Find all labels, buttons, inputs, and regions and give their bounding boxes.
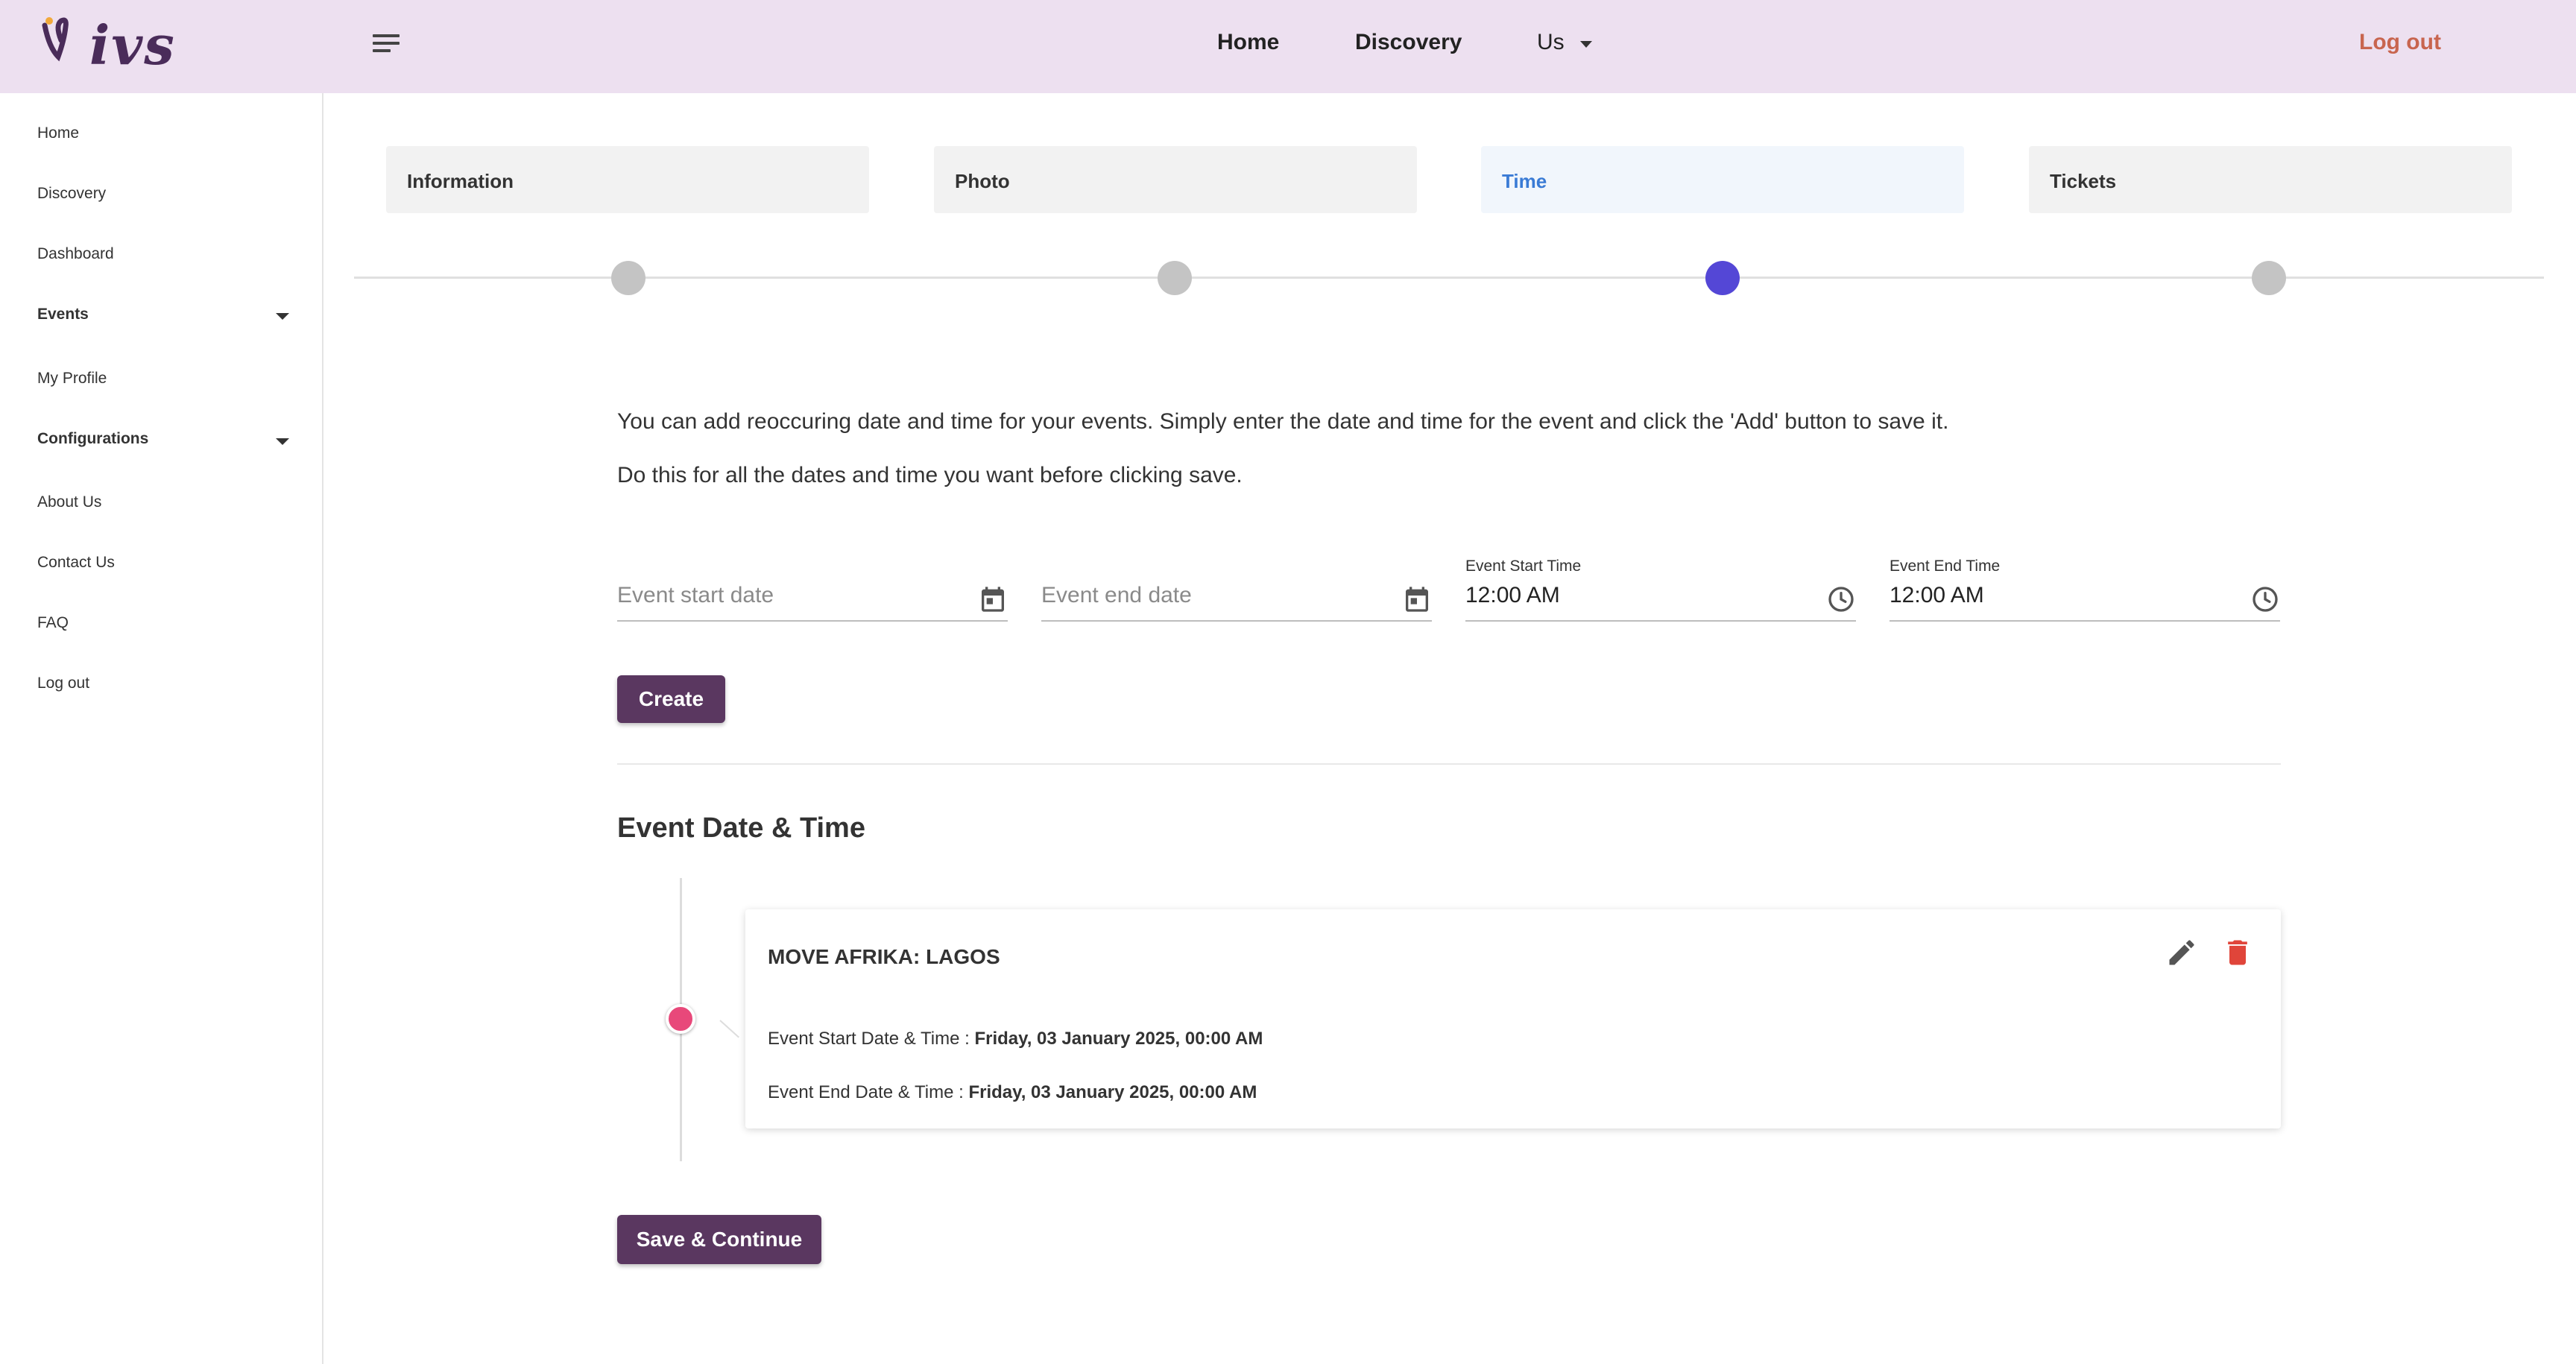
event-start-date-field[interactable] [617, 552, 1008, 622]
topnav-home-link[interactable]: Home [1217, 30, 1279, 55]
event-start-prefix: Event Start Date & Time : [768, 1029, 975, 1049]
sidebar-item-logout[interactable]: Log out [37, 675, 89, 692]
event-date-time-heading: Event Date & Time [617, 812, 865, 844]
event-date-card: MOVE AFRIKA: LAGOS Event Start Date & Ti… [745, 909, 2281, 1128]
event-end-time-input[interactable] [1890, 583, 2217, 608]
step-indicator-information[interactable] [611, 261, 645, 295]
event-end-date-field[interactable] [1041, 552, 1432, 622]
sidebar: Home Discovery Dashboard Events My Profi… [0, 93, 323, 1364]
sidebar-item-configurations[interactable]: Configurations [37, 430, 148, 448]
event-start-date-input[interactable] [617, 583, 945, 608]
chevron-down-icon[interactable] [276, 438, 289, 445]
hamburger-menu-icon[interactable] [373, 34, 400, 55]
calendar-icon[interactable] [978, 584, 1008, 614]
step-indicator-photo[interactable] [1158, 261, 1192, 295]
top-bar: ivs Home Discovery Us Log out [0, 0, 2576, 93]
topnav-us-label: Us [1537, 30, 1565, 54]
delete-trash-icon[interactable] [2221, 936, 2254, 969]
chevron-down-icon[interactable] [276, 313, 289, 320]
save-continue-button[interactable]: Save & Continue [617, 1215, 821, 1264]
topnav-logout-link[interactable]: Log out [2359, 30, 2441, 55]
event-start-datetime: Event Start Date & Time : Friday, 03 Jan… [768, 1029, 1263, 1049]
event-start-time-input[interactable] [1465, 583, 1793, 608]
stepper-track [354, 277, 2544, 279]
event-card-title: MOVE AFRIKA: LAGOS [768, 945, 1000, 968]
intro-text-line1: You can add reoccuring date and time for… [617, 409, 1949, 434]
topnav-discovery-link[interactable]: Discovery [1355, 30, 1462, 55]
clock-icon[interactable] [2250, 584, 2280, 614]
step-indicator-time[interactable] [1705, 261, 1740, 295]
sidebar-item-discovery[interactable]: Discovery [37, 185, 106, 203]
step-tab-tickets[interactable]: Tickets [2029, 146, 2512, 213]
sidebar-item-events[interactable]: Events [37, 306, 89, 323]
step-tab-photo[interactable]: Photo [934, 146, 1417, 213]
sidebar-item-my-profile[interactable]: My Profile [37, 370, 107, 388]
step-tab-time[interactable]: Time [1481, 146, 1964, 213]
topnav-us-dropdown[interactable]: Us [1537, 30, 1592, 55]
chevron-down-icon [1580, 41, 1592, 48]
event-end-date-input[interactable] [1041, 583, 1369, 608]
event-end-datetime: Event End Date & Time : Friday, 03 Janua… [768, 1082, 1257, 1103]
event-end-time-label: Event End Time [1890, 558, 2001, 575]
event-end-prefix: Event End Date & Time : [768, 1082, 969, 1102]
event-end-value: Friday, 03 January 2025, 00:00 AM [968, 1082, 1257, 1102]
intro-text-line2: Do this for all the dates and time you w… [617, 463, 1243, 487]
event-end-time-field[interactable]: Event End Time [1890, 552, 2280, 622]
timeline-dot [666, 1004, 695, 1034]
logo-text: ivs [89, 13, 176, 77]
sidebar-item-about-us[interactable]: About Us [37, 493, 101, 511]
timeline-connector [719, 1020, 739, 1038]
event-start-time-label: Event Start Time [1465, 558, 1582, 575]
sidebar-item-faq[interactable]: FAQ [37, 614, 69, 632]
sidebar-item-home[interactable]: Home [37, 124, 79, 142]
sidebar-item-contact-us[interactable]: Contact Us [37, 554, 115, 572]
create-button[interactable]: Create [617, 675, 725, 723]
section-divider [617, 763, 2281, 765]
edit-pencil-icon[interactable] [2165, 936, 2198, 969]
clock-icon[interactable] [1826, 584, 1856, 614]
calendar-icon[interactable] [1402, 584, 1432, 614]
event-start-time-field[interactable]: Event Start Time [1465, 552, 1856, 622]
sidebar-item-dashboard[interactable]: Dashboard [37, 245, 114, 263]
step-tab-information[interactable]: Information [386, 146, 869, 213]
step-indicator-tickets[interactable] [2252, 261, 2286, 295]
event-start-value: Friday, 03 January 2025, 00:00 AM [974, 1029, 1263, 1049]
